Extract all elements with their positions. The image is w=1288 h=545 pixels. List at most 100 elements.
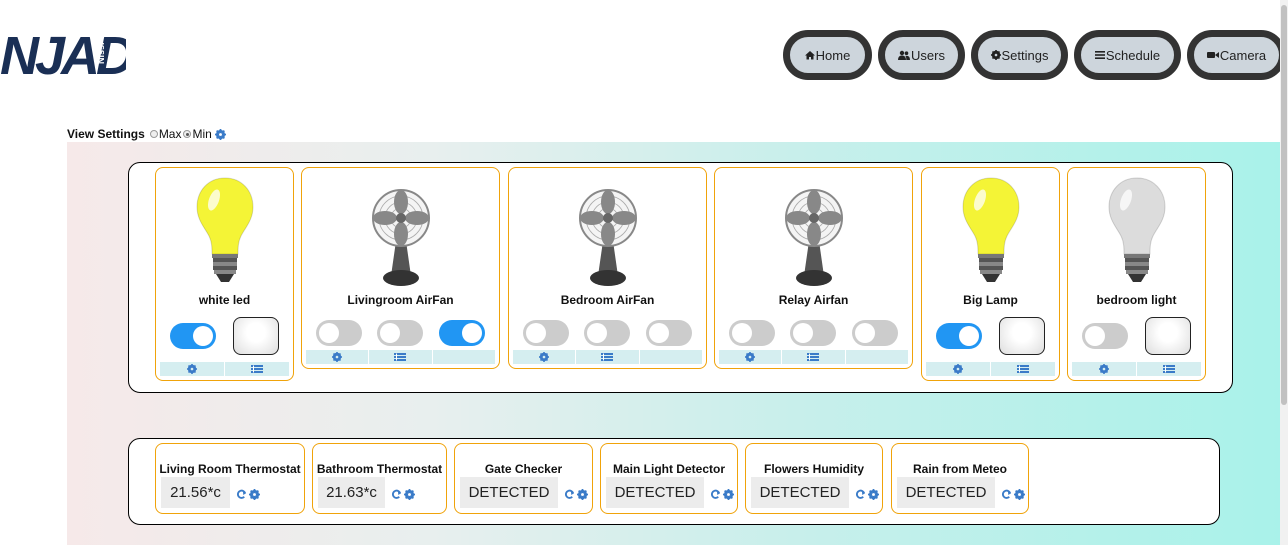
refresh-icon[interactable]	[710, 487, 721, 505]
sensor-value: DETECTED	[897, 477, 995, 508]
gear-icon[interactable]	[719, 350, 783, 364]
sensor-value: 21.63*c	[318, 477, 385, 508]
schedule-button[interactable]: Schedule	[1074, 30, 1181, 80]
gear-icon[interactable]	[214, 128, 226, 140]
device-controls	[156, 316, 293, 356]
sensor-card: Main Light Detector DETECTED	[600, 443, 738, 514]
device-toggle-switch[interactable]	[790, 320, 837, 346]
device-toggle-switch[interactable]	[170, 323, 217, 349]
device-card-bedroom-airfan: Bedroom AirFan	[508, 167, 707, 369]
min-label: Min	[192, 127, 212, 141]
camera-button[interactable]: Camera	[1187, 30, 1286, 80]
gear-icon[interactable]	[306, 350, 370, 364]
device-toggle-switch[interactable]	[315, 320, 362, 346]
light-bulb-icon	[1107, 176, 1167, 293]
sensor-actions	[710, 487, 734, 505]
settings-button[interactable]: Settings	[971, 30, 1068, 80]
njad-logo: NJAD Nissi	[0, 26, 126, 82]
refresh-icon[interactable]	[391, 487, 402, 505]
sensor-actions	[564, 487, 588, 505]
device-footer	[926, 362, 1055, 376]
gear-icon	[990, 50, 1001, 60]
gear-icon[interactable]	[249, 487, 260, 505]
users-button[interactable]: Users	[878, 30, 965, 80]
home-label: Home	[815, 47, 851, 63]
device-toggle-switch[interactable]	[1082, 323, 1129, 349]
device-controls	[302, 318, 499, 348]
device-toggle-switch[interactable]	[936, 323, 983, 349]
sensor-card: Living Room Thermostat 21.56*c	[155, 443, 305, 514]
video-camera-icon	[1206, 52, 1219, 58]
max-label: Max	[158, 127, 182, 141]
view-settings: View Settings Max Min	[67, 127, 226, 141]
refresh-icon[interactable]	[1001, 487, 1012, 505]
home-button[interactable]: Home	[783, 30, 872, 80]
scrollbar[interactable]	[1280, 0, 1288, 545]
settings-label: Settings	[1001, 47, 1049, 63]
device-controls	[715, 318, 912, 348]
schedule-list-icon[interactable]	[225, 362, 289, 376]
sensor-title: Gate Checker	[484, 462, 563, 476]
device-toggle-switch[interactable]	[439, 320, 486, 346]
schedule-list-icon[interactable]	[782, 350, 846, 364]
device-name: bedroom light	[1096, 293, 1177, 307]
footer-empty-cell	[846, 350, 908, 364]
fan-icon	[371, 176, 431, 293]
gear-icon[interactable]	[868, 487, 879, 505]
schedule-list-icon[interactable]	[991, 362, 1055, 376]
light-bulb-icon	[961, 176, 1021, 293]
sensor-actions	[1001, 487, 1025, 505]
min-radio[interactable]	[183, 130, 192, 138]
schedule-label: Schedule	[1105, 47, 1161, 63]
sensor-card: Gate Checker DETECTED	[454, 443, 593, 514]
device-toggle-switch[interactable]	[646, 320, 693, 346]
gear-icon[interactable]	[1014, 487, 1025, 505]
device-name: Livingroom AirFan	[347, 293, 454, 307]
sensor-actions	[236, 487, 260, 505]
fan-icon	[784, 176, 844, 293]
max-radio[interactable]	[149, 130, 158, 138]
schedule-list-icon[interactable]	[369, 350, 433, 364]
users-label: Users	[911, 47, 945, 63]
device-toggle-switch[interactable]	[584, 320, 631, 346]
device-card-white-led: white led	[155, 167, 294, 381]
device-push-button[interactable]	[998, 317, 1045, 355]
schedule-list-icon[interactable]	[576, 350, 640, 364]
device-push-button[interactable]	[232, 317, 279, 355]
footer-empty-cell	[640, 350, 702, 364]
sensor-title: Rain from Meteo	[912, 462, 1007, 476]
gear-icon[interactable]	[723, 487, 734, 505]
gear-icon[interactable]	[160, 362, 225, 376]
sensor-value: DETECTED	[460, 477, 558, 508]
gear-icon[interactable]	[1072, 362, 1137, 376]
footer-empty-cell	[433, 350, 495, 364]
gear-icon[interactable]	[513, 350, 577, 364]
refresh-icon[interactable]	[855, 487, 866, 505]
sensor-value: 21.56*c	[161, 477, 230, 508]
refresh-icon[interactable]	[236, 487, 247, 505]
device-toggle-switch[interactable]	[522, 320, 569, 346]
sensor-card: Flowers Humidity DETECTED	[745, 443, 883, 514]
sensor-title: Living Room Thermostat	[159, 462, 301, 476]
device-toggle-switch[interactable]	[377, 320, 424, 346]
device-card-bedroom-light: bedroom light	[1067, 167, 1206, 381]
scrollbar-thumb[interactable]	[1281, 5, 1287, 405]
device-toggle-switch[interactable]	[852, 320, 899, 346]
device-name: Big Lamp	[963, 293, 1018, 307]
devices-panel: white led Livingroom AirFan Bedroom AirF…	[128, 162, 1233, 393]
sensor-actions	[855, 487, 879, 505]
gear-icon[interactable]	[577, 487, 588, 505]
device-controls	[1068, 316, 1205, 356]
device-toggle-switch[interactable]	[728, 320, 775, 346]
refresh-icon[interactable]	[564, 487, 575, 505]
sensor-actions	[391, 487, 415, 505]
sensor-card: Bathroom Thermostat 21.63*c	[312, 443, 447, 514]
device-push-button[interactable]	[1144, 317, 1191, 355]
gear-icon[interactable]	[926, 362, 991, 376]
home-icon	[804, 51, 815, 60]
sensor-title: Flowers Humidity	[763, 462, 864, 476]
device-name: Relay Airfan	[778, 293, 849, 307]
gear-icon[interactable]	[404, 487, 415, 505]
device-controls	[509, 318, 706, 348]
schedule-list-icon[interactable]	[1137, 362, 1201, 376]
